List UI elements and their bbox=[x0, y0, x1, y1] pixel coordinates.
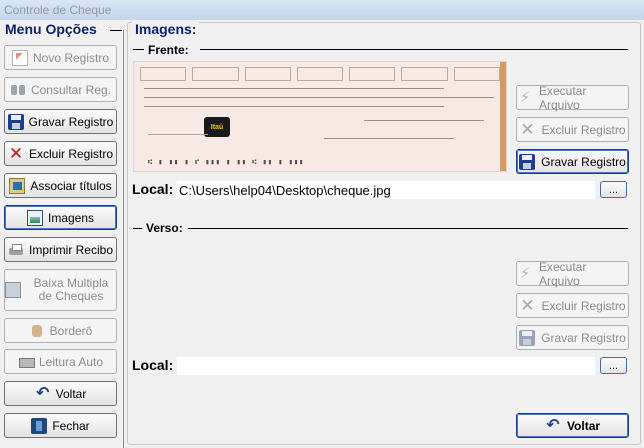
back-title: Verso: bbox=[142, 221, 187, 235]
bordero-button[interactable]: Borderô bbox=[4, 318, 117, 343]
save-record-label: Gravar Registro bbox=[28, 114, 114, 129]
binoculars-icon bbox=[10, 82, 26, 98]
images-return-label: Voltar bbox=[566, 418, 601, 433]
front-browse-button[interactable]: ... bbox=[600, 181, 627, 198]
images-return-button[interactable]: ↶ Voltar bbox=[516, 413, 629, 438]
back-arrow-icon: ↶ bbox=[546, 416, 560, 434]
cheque-front-image: Itaú ⑆ ▮ ▮▮ ▮ ⑈ ▮▮▮ ▮ ▮▮ ⑆ ▮▮ ▮ ▮▮▮ bbox=[133, 61, 507, 172]
auto-read-label: Leitura Auto bbox=[38, 354, 104, 369]
bordero-label: Borderô bbox=[49, 323, 93, 338]
back-browse-button[interactable]: ... bbox=[600, 357, 627, 374]
lightning-icon: ⚡ bbox=[519, 88, 531, 106]
front-local-path-field[interactable] bbox=[177, 181, 595, 199]
batch-cheques-button[interactable]: Baixa Multipla de Cheques bbox=[4, 269, 117, 311]
printer-icon bbox=[8, 242, 24, 258]
front-execute-label: Executar Arquivo bbox=[539, 83, 587, 112]
back-button[interactable]: ↶ Voltar bbox=[4, 381, 117, 406]
new-document-icon bbox=[11, 49, 28, 66]
front-save-record-button[interactable]: Gravar Registro bbox=[516, 149, 629, 174]
menu-title: Menu Opções bbox=[5, 21, 97, 37]
associate-icon bbox=[9, 177, 26, 194]
images-button[interactable]: Imagens bbox=[4, 205, 117, 230]
back-local-label: Local: bbox=[132, 357, 174, 373]
front-save-label: Gravar Registro bbox=[541, 154, 626, 169]
cheque-micr-line: ⑆ ▮ ▮▮ ▮ ⑈ ▮▮▮ ▮ ▮▮ ⑆ ▮▮ ▮ ▮▮▮ bbox=[148, 158, 305, 166]
bordero-icon bbox=[29, 323, 45, 339]
delete-record-label: Excluir Registro bbox=[28, 146, 114, 161]
back-save-record-button[interactable]: Gravar Registro bbox=[516, 325, 629, 350]
new-record-label: Novo Registro bbox=[32, 50, 110, 65]
delete-x-icon: ✕ bbox=[520, 295, 535, 315]
associate-titles-label: Associar títulos bbox=[30, 178, 112, 193]
back-delete-label: Excluir Registro bbox=[541, 298, 626, 313]
back-save-label: Gravar Registro bbox=[541, 330, 626, 345]
images-title: Imagens: bbox=[132, 21, 200, 37]
delete-x-icon: ✕ bbox=[8, 143, 24, 163]
back-arrow-icon: ↶ bbox=[35, 384, 50, 402]
back-divider bbox=[188, 228, 628, 229]
front-delete-record-button[interactable]: ✕ Excluir Registro bbox=[516, 117, 629, 142]
save-record-button[interactable]: Gravar Registro bbox=[4, 109, 117, 134]
back-execute-label: Executar Arquivo bbox=[539, 259, 587, 288]
panel-divider bbox=[123, 30, 124, 448]
floppy-disk-icon bbox=[519, 153, 536, 170]
image-icon bbox=[26, 209, 43, 226]
delete-record-button[interactable]: ✕ Excluir Registro bbox=[4, 141, 117, 166]
close-button[interactable]: Fechar bbox=[4, 413, 117, 438]
lightning-icon: ⚡ bbox=[519, 264, 531, 282]
delete-x-icon: ✕ bbox=[520, 119, 535, 139]
cheque-header-fields bbox=[140, 67, 500, 81]
print-receipt-button[interactable]: Imprimir Recibo bbox=[4, 237, 117, 262]
menu-title-divider bbox=[110, 30, 122, 31]
back-local-path-field[interactable] bbox=[177, 357, 595, 375]
front-execute-file-button[interactable]: ⚡ Executar Arquivo bbox=[516, 83, 629, 112]
floppy-disk-icon bbox=[7, 113, 24, 130]
scanner-icon bbox=[18, 354, 35, 370]
close-label: Fechar bbox=[52, 418, 90, 433]
images-label: Imagens bbox=[47, 210, 95, 225]
print-receipt-label: Imprimir Recibo bbox=[28, 242, 113, 257]
front-delete-label: Excluir Registro bbox=[541, 122, 626, 137]
back-delete-record-button[interactable]: ✕ Excluir Registro bbox=[516, 293, 629, 318]
window-title: Controle de Cheque bbox=[0, 0, 644, 20]
associate-titles-button[interactable]: Associar títulos bbox=[4, 173, 117, 198]
batch-cheques-label: Baixa Multipla de Cheques bbox=[33, 276, 109, 303]
new-record-button[interactable]: Novo Registro bbox=[4, 45, 117, 70]
query-record-label: Consultar Reg. bbox=[30, 82, 112, 97]
front-divider bbox=[200, 49, 628, 50]
back-label: Voltar bbox=[55, 386, 87, 401]
front-title: Frente: bbox=[144, 43, 193, 57]
floppy-disk-icon bbox=[519, 329, 536, 346]
front-local-label: Local: bbox=[132, 181, 174, 197]
back-execute-file-button[interactable]: ⚡ Executar Arquivo bbox=[516, 259, 629, 288]
batch-icon bbox=[5, 282, 21, 298]
exit-door-icon bbox=[31, 417, 48, 434]
query-record-button[interactable]: Consultar Reg. bbox=[4, 77, 117, 102]
auto-read-button[interactable]: Leitura Auto bbox=[4, 349, 117, 374]
